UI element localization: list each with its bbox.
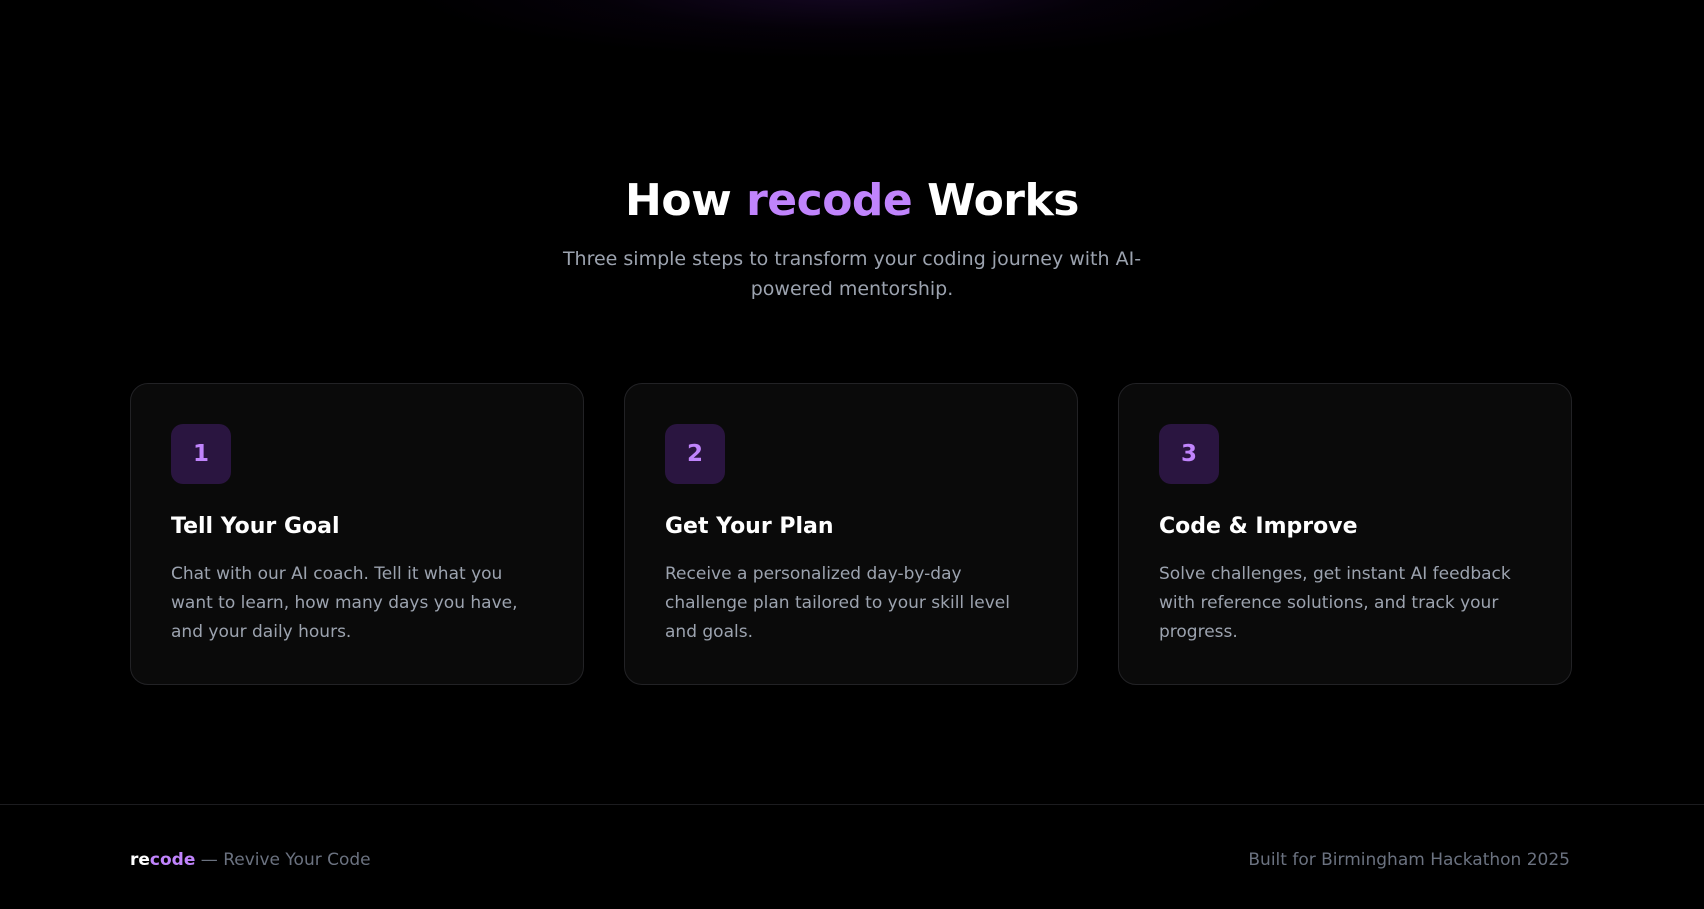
step-number-badge: 1: [171, 424, 231, 484]
step-number-badge: 2: [665, 424, 725, 484]
footer-logo-re: re: [130, 850, 150, 870]
footer-brand: recode — Revive Your Code: [130, 848, 371, 872]
heading-prefix: How: [625, 175, 747, 226]
step-description: Solve challenges, get instant AI feedbac…: [1159, 564, 1511, 642]
step-title: Get Your Plan: [665, 514, 834, 539]
step-description: Receive a personalized day-by-day challe…: [665, 564, 1010, 642]
page: How recode Works Three simple steps to t…: [0, 0, 1704, 909]
step-title: Tell Your Goal: [171, 514, 340, 539]
step-title: Code & Improve: [1159, 514, 1358, 539]
footer: recode — Revive Your Code Built for Birm…: [0, 804, 1704, 909]
section-heading: How recode Works: [0, 172, 1704, 230]
step-description: Chat with our AI coach. Tell it what you…: [171, 564, 518, 642]
step-number-badge: 3: [1159, 424, 1219, 484]
heading-suffix: Works: [912, 175, 1079, 226]
step-card-1: 1 Tell Your Goal Chat with our AI coach.…: [130, 383, 584, 685]
step-card-2: 2 Get Your Plan Receive a personalized d…: [624, 383, 1078, 685]
footer-credit: Built for Birmingham Hackathon 2025: [1248, 850, 1570, 870]
footer-logo-code: code: [149, 850, 196, 870]
steps-grid: 1 Tell Your Goal Chat with our AI coach.…: [130, 383, 1572, 685]
heading-brand-accent: recode: [746, 175, 913, 226]
footer-tagline: — Revive Your Code: [195, 850, 371, 870]
how-it-works-section: How recode Works Three simple steps to t…: [0, 0, 1704, 804]
section-subtitle: Three simple steps to transform your cod…: [562, 248, 1142, 300]
step-card-3: 3 Code & Improve Solve challenges, get i…: [1118, 383, 1572, 685]
